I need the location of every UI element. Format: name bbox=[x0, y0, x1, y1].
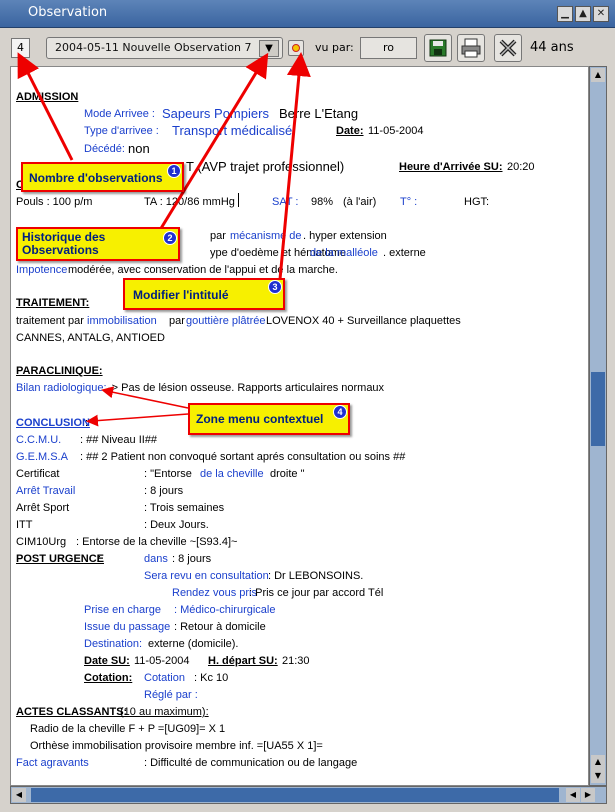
arrow-4b bbox=[86, 413, 189, 427]
callout-menu-badge: 4 bbox=[333, 405, 347, 419]
callout-menu-label: Zone menu contextuel bbox=[196, 412, 324, 426]
arrow-2 bbox=[158, 52, 269, 231]
arrow-3 bbox=[277, 52, 311, 291]
callout-historique: Historique des Observations 2 bbox=[16, 227, 180, 261]
callout-nombre: Nombre d'observations 1 bbox=[21, 162, 184, 192]
callout-modifier: Modifier l'intitulé 3 bbox=[123, 278, 285, 310]
callout-historique-label: Historique des Observations bbox=[22, 230, 106, 257]
arrow-4a bbox=[101, 386, 189, 409]
callout-nombre-badge: 1 bbox=[167, 164, 181, 178]
callout-modifier-badge: 3 bbox=[268, 280, 282, 294]
callout-nombre-label: Nombre d'observations bbox=[29, 171, 163, 185]
callout-menu-contextuel: Zone menu contextuel 4 bbox=[188, 403, 350, 435]
arrow-1 bbox=[17, 52, 74, 161]
callout-historique-badge: 2 bbox=[163, 231, 177, 245]
callout-modifier-label: Modifier l'intitulé bbox=[133, 288, 229, 302]
